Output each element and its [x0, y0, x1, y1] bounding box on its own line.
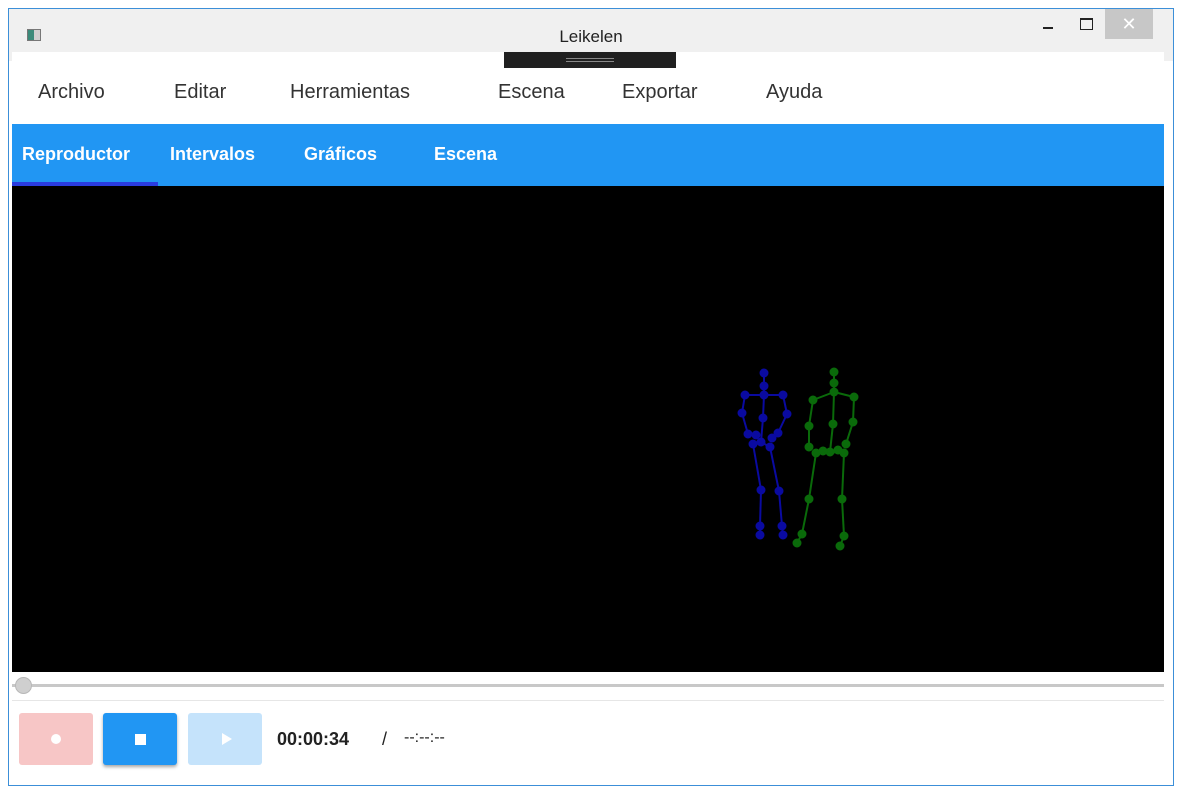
- tab-reproductor[interactable]: Reproductor: [22, 144, 130, 165]
- menu-exportar[interactable]: Exportar: [622, 81, 698, 104]
- record-button[interactable]: [19, 713, 93, 765]
- close-button[interactable]: ✕: [1105, 9, 1153, 39]
- time-separator: /: [382, 729, 388, 749]
- skeleton-blue: [737, 368, 792, 540]
- stop-icon: [134, 733, 146, 745]
- controls-divider: [12, 700, 1164, 701]
- record-icon: [51, 734, 61, 744]
- tab-escena[interactable]: Escena: [434, 144, 497, 165]
- grip-line: [566, 61, 614, 62]
- play-icon: [221, 733, 232, 745]
- maximize-button[interactable]: [1067, 9, 1105, 39]
- close-icon: ✕: [1121, 13, 1137, 34]
- timeline-track[interactable]: [12, 684, 1164, 687]
- total-time: --:--:--: [404, 729, 445, 746]
- menu-editar[interactable]: Editar: [174, 81, 226, 104]
- skeleton-green: [792, 367, 859, 551]
- menu-archivo[interactable]: Archivo: [38, 81, 105, 104]
- current-time: 00:00:34: [277, 729, 350, 749]
- tab-intervalos[interactable]: Intervalos: [170, 144, 255, 165]
- maximize-icon: [1079, 18, 1093, 30]
- menu-ayuda[interactable]: Ayuda: [766, 81, 822, 104]
- stop-button[interactable]: [103, 713, 177, 765]
- skeleton-canvas: [737, 367, 859, 551]
- grip-line: [566, 58, 614, 59]
- tab-graficos[interactable]: Gráficos: [304, 144, 377, 165]
- play-button[interactable]: [188, 713, 262, 765]
- menu-bar: Archivo Editar Herramientas Escena Expor…: [12, 52, 1164, 124]
- skeleton-viewport[interactable]: [12, 186, 1164, 672]
- tab-bar: Reproductor Intervalos Gráficos Escena: [12, 124, 1164, 186]
- window-title: Leikelen: [559, 27, 623, 46]
- menu-escena[interactable]: Escena: [498, 81, 565, 104]
- minimize-button[interactable]: [1029, 9, 1067, 39]
- collapse-grip-handle[interactable]: [504, 52, 676, 68]
- timeline-thumb[interactable]: [15, 677, 32, 694]
- menu-herramientas[interactable]: Herramientas: [290, 81, 410, 104]
- minimize-icon: [1043, 27, 1053, 29]
